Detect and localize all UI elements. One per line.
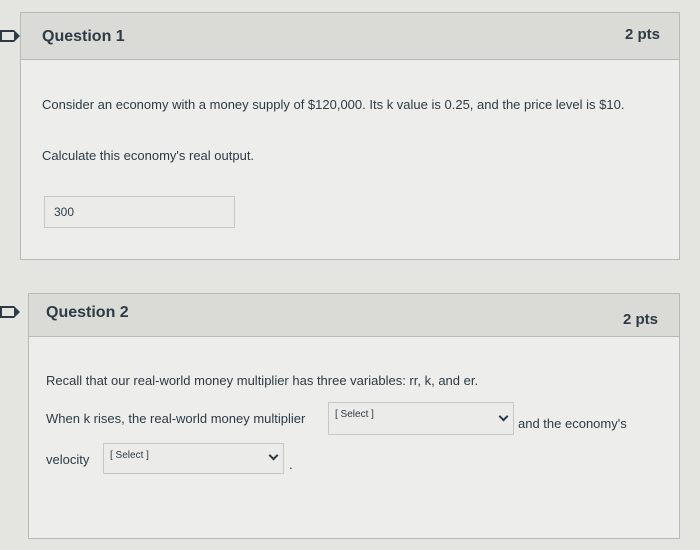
question-2-sentence-part1: When k rises, the real-world money multi… [46, 411, 306, 426]
multiplier-select[interactable]: [ Select ] [328, 402, 514, 435]
question-1-card: Question 1 2 pts Consider an economy wit… [20, 12, 680, 260]
answer-input[interactable]: 300 [44, 196, 235, 228]
question-2-title: Question 2 [46, 304, 129, 321]
question-1-prompt: Consider an economy with a money supply … [42, 97, 625, 112]
question-2-header: Question 2 2 pts [29, 294, 679, 337]
question-1-instruction: Calculate this economy's real output. [42, 148, 255, 163]
chevron-down-icon [268, 450, 279, 461]
question-2-card: Question 2 2 pts Recall that our real-wo… [28, 293, 680, 539]
question-1-header: Question 1 2 pts [21, 13, 679, 60]
flag-icon[interactable] [0, 30, 20, 42]
multiplier-select-value: [ Select ] [335, 409, 374, 420]
question-2-sentence-part2: and the economy's [518, 416, 627, 431]
flag-icon[interactable] [0, 306, 20, 318]
chevron-down-icon [498, 411, 509, 422]
question-1-points: 2 pts [624, 26, 660, 43]
question-2-intro: Recall that our real-world money multipl… [46, 373, 479, 388]
question-2-points: 2 pts [622, 311, 658, 328]
sentence-period: . [289, 457, 293, 472]
question-1-title: Question 1 [42, 28, 125, 45]
velocity-select[interactable]: [ Select ] [103, 443, 284, 474]
velocity-select-value: [ Select ] [110, 450, 149, 461]
velocity-label: velocity [46, 452, 90, 467]
